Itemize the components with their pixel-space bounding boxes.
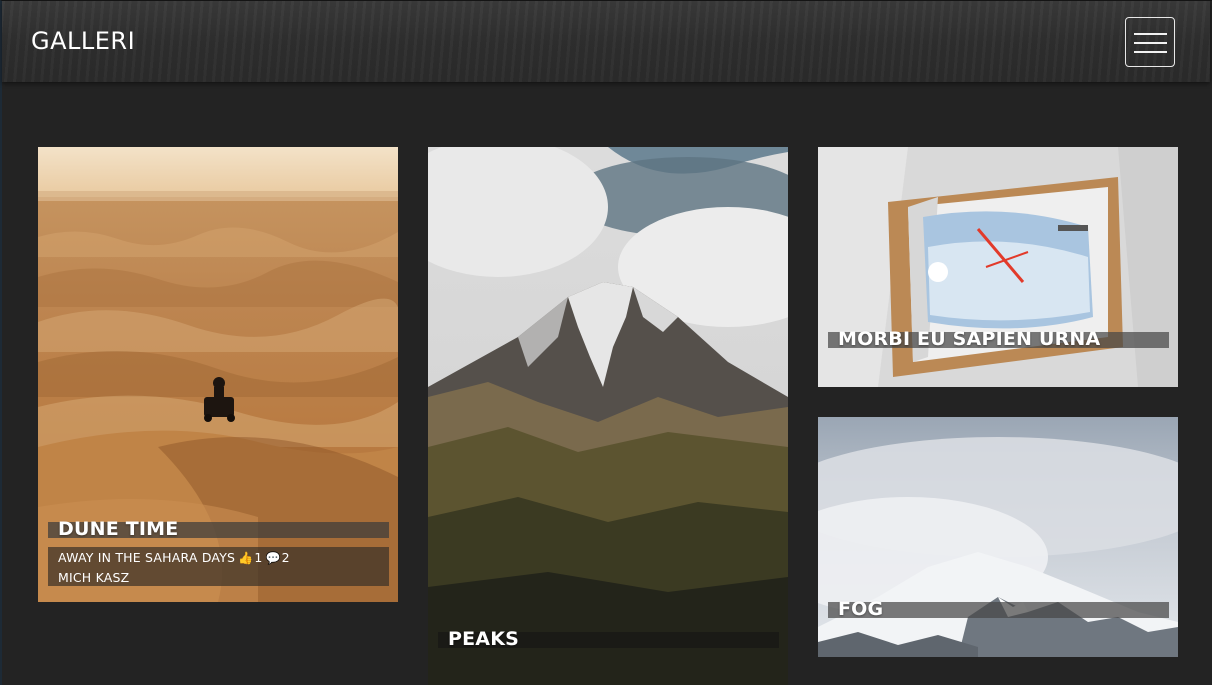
mountain-photo xyxy=(428,147,788,685)
card-details: AWAY IN THE SAHARA DAYS 👍1 💬2 MICH KASZ xyxy=(48,547,389,586)
like-count: 1 xyxy=(254,550,263,565)
menu-toggle-button[interactable] xyxy=(1125,17,1175,67)
card-title: DUNE TIME xyxy=(58,518,179,540)
gallery-card-fog[interactable]: FOG xyxy=(818,417,1178,657)
comment-count: 2 xyxy=(281,550,290,565)
hamburger-line xyxy=(1134,42,1167,44)
card-title: MORBI EU SAPIEN URNA xyxy=(838,328,1101,350)
card-subtitle: AWAY IN THE SAHARA DAYS xyxy=(58,550,236,565)
brand-title[interactable]: GALLERI xyxy=(31,27,135,55)
thumbs-up-icon[interactable]: 👍 xyxy=(238,549,253,568)
comment-icon[interactable]: 💬 xyxy=(266,549,281,568)
card-author: MICH KASZ xyxy=(58,570,130,585)
card-subtitle-row: AWAY IN THE SAHARA DAYS 👍1 💬2 xyxy=(58,548,379,568)
card-title: PEAKS xyxy=(448,628,520,650)
sneaker-box-photo xyxy=(818,147,1178,387)
top-navbar: GALLERI xyxy=(2,1,1210,82)
hamburger-menu-icon xyxy=(1134,33,1167,35)
gallery-card-morbi[interactable]: MORBI EU SAPIEN URNA xyxy=(818,147,1178,387)
card-title: FOG xyxy=(838,598,884,620)
gallery-card-peaks[interactable]: PEAKS xyxy=(428,147,788,685)
foggy-mountain-photo xyxy=(818,417,1178,657)
hamburger-line xyxy=(1134,51,1167,53)
gallery-card-dune-time[interactable]: DUNE TIME AWAY IN THE SAHARA DAYS 👍1 💬2 MI… xyxy=(38,147,398,602)
